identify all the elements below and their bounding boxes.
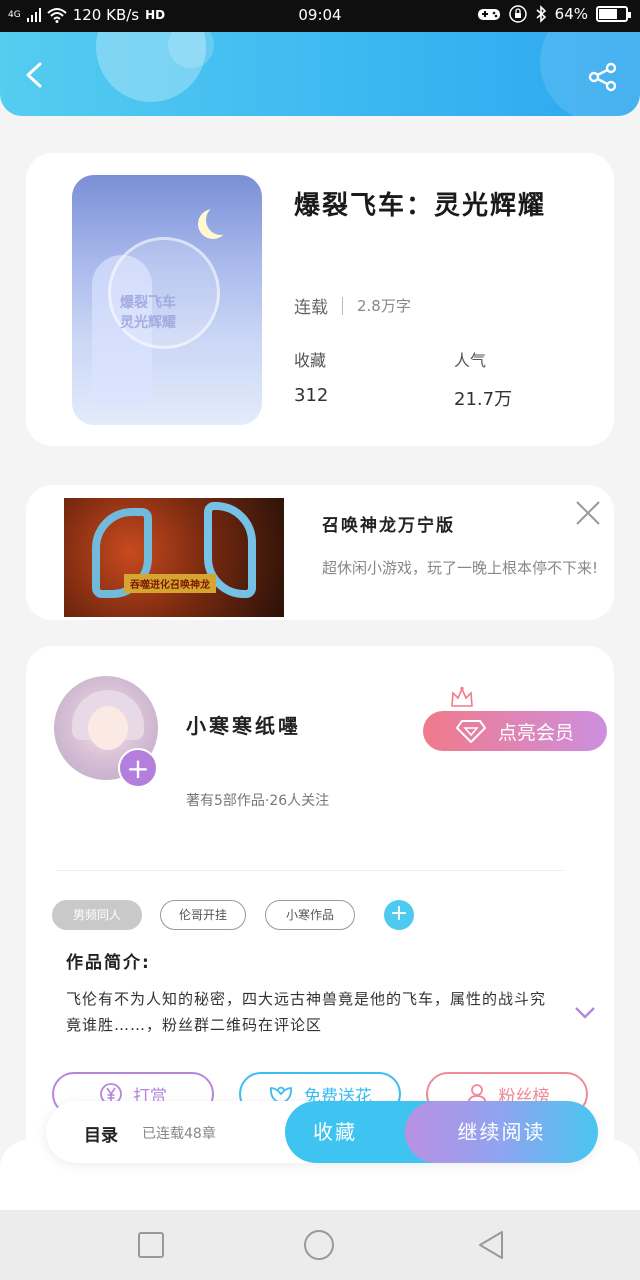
back-button[interactable] xyxy=(22,62,48,88)
tag-item[interactable]: 小寒作品 xyxy=(265,900,355,930)
gamepad-icon xyxy=(477,9,500,20)
ad-description: 超休闲小游戏，玩了一晚上根本停不下来! xyxy=(322,559,599,577)
home-button[interactable] xyxy=(303,1229,335,1261)
ad-card[interactable]: 吞噬进化召唤神龙 召唤神龙万宁版 超休闲小游戏，玩了一晚上根本停不下来! xyxy=(26,485,614,620)
bluetooth-icon xyxy=(536,5,546,23)
divider xyxy=(342,296,343,315)
status-bar: 4G 120 KB/s HD 09:04 64% xyxy=(0,0,640,32)
share-button[interactable] xyxy=(588,62,618,92)
header xyxy=(0,32,640,116)
toc-button[interactable]: 目录 xyxy=(84,1121,118,1146)
book-status-row: 连载 2.8万字 xyxy=(294,293,411,318)
clock: 09:04 xyxy=(298,6,342,24)
lock-rotation-icon xyxy=(508,5,527,23)
bottom-action-bar: 目录 已连载48章 收藏 继续阅读 xyxy=(46,1101,598,1163)
popularity-value: 21.7万 xyxy=(454,389,513,410)
author-meta: 著有5部作品·26人关注 xyxy=(186,793,330,809)
book-title: 爆裂飞车：灵光辉耀 xyxy=(294,191,547,221)
popularity-label: 人气 xyxy=(454,351,487,370)
follow-plus-button[interactable]: + xyxy=(118,748,158,788)
system-nav-bar xyxy=(0,1210,640,1280)
back-nav-button[interactable] xyxy=(476,1229,508,1261)
intro-text: 飞伦有不为人知的秘密，四大远古神兽竟是他的飞车，属性的战斗究竟谁胜……，粉丝群二… xyxy=(66,990,547,1034)
collect-value: 312 xyxy=(294,385,329,406)
divider xyxy=(56,870,564,871)
vip-button-label: 点亮会员 xyxy=(497,721,574,744)
continue-reading-button[interactable]: 继续阅读 xyxy=(405,1101,598,1163)
recent-apps-button[interactable] xyxy=(135,1229,167,1261)
diamond-icon xyxy=(455,720,486,743)
ad-title: 召唤神龙万宁版 xyxy=(322,516,455,536)
close-icon[interactable] xyxy=(574,499,602,527)
ad-image[interactable]: 吞噬进化召唤神龙 xyxy=(64,498,284,617)
battery-percent: 64% xyxy=(554,5,588,23)
collect-stat: 收藏 312 xyxy=(294,347,328,406)
add-tag-button[interactable]: + xyxy=(384,900,414,930)
intro-title: 作品简介: xyxy=(66,953,151,973)
vip-button[interactable]: 点亮会员 xyxy=(423,711,607,751)
serial-status: 连载 xyxy=(294,298,328,318)
crown-icon xyxy=(451,686,473,707)
cover-title-art: 爆裂飞车 灵光辉耀 xyxy=(120,295,176,331)
chevron-down-icon[interactable] xyxy=(574,1006,596,1020)
book-cover[interactable]: 爆裂飞车 灵光辉耀 xyxy=(72,175,262,425)
avatar-face xyxy=(88,706,128,750)
collect-label: 收藏 xyxy=(294,351,327,370)
moon-decoration xyxy=(206,205,236,235)
author-name: 小寒寒纸嚜 xyxy=(186,714,301,738)
chapter-count[interactable]: 已连载48章 xyxy=(142,1123,216,1143)
popularity-stat: 人气 21.7万 xyxy=(454,347,512,411)
author-card: + 小寒寒纸嚜 点亮会员 著有5部作品·26人关注 男频同人 伦哥开挂 小寒作品… xyxy=(26,646,614,1166)
ad-banner-text: 吞噬进化召唤神龙 xyxy=(124,574,216,593)
tag-item[interactable]: 伦哥开挂 xyxy=(160,900,246,930)
word-count: 2.8万字 xyxy=(357,297,411,315)
book-info-card: 爆裂飞车 灵光辉耀 爆裂飞车：灵光辉耀 连载 2.8万字 收藏 312 人气 2… xyxy=(26,153,614,446)
battery-icon xyxy=(596,6,631,22)
tag-item[interactable]: 男频同人 xyxy=(52,900,142,930)
